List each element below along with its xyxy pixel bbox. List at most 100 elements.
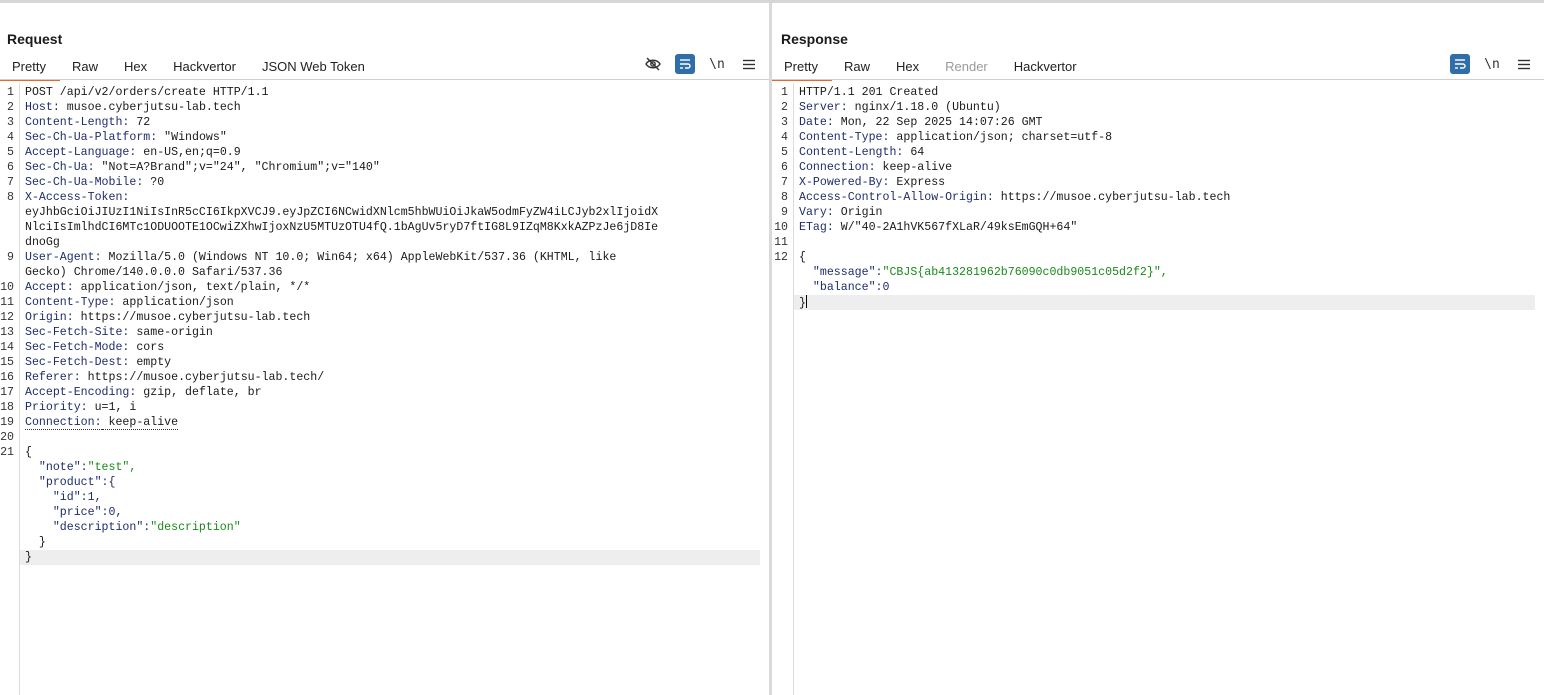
- line-number: 3: [781, 116, 788, 129]
- json-value: {: [799, 251, 806, 264]
- code-line: Accept-Language: en-US,en;q=0.9: [25, 145, 241, 160]
- tab-render[interactable]: Render: [933, 55, 1002, 79]
- code-line: }: [799, 295, 807, 311]
- code-line: Host: musoe.cyberjutsu-lab.tech: [25, 100, 241, 115]
- code-line: "id":1,: [25, 490, 102, 505]
- header-value: eyJhbGciOiJIUzI1NiIsInR5cCI6IkpXVCJ9.eyJ…: [25, 206, 659, 219]
- response-title: Response: [781, 31, 848, 47]
- code-line: X-Powered-By: Express: [799, 175, 945, 190]
- header-value: W/"40-2A1hVK567fXLaR/49ksEmGQH+64": [833, 221, 1078, 234]
- code-line: POST /api/v2/orders/create HTTP/1.1: [25, 85, 269, 100]
- code-line: Sec-Fetch-Site: same-origin: [25, 325, 213, 340]
- code-line: Priority: u=1, i: [25, 400, 136, 415]
- newline-toggle[interactable]: \n: [1482, 54, 1502, 74]
- header-value: 72: [129, 116, 151, 129]
- request-toolbar: \n: [643, 54, 759, 74]
- json-key: "description":: [25, 521, 151, 534]
- line-number: 20: [0, 431, 14, 444]
- header-value: https://musoe.cyberjutsu-lab.tech/: [80, 371, 325, 384]
- header-name: Content-Type:: [25, 296, 116, 309]
- code-line: "product":{: [25, 475, 116, 490]
- line-number: 10: [774, 221, 788, 234]
- json-key: "note":: [25, 461, 88, 474]
- header-name: Content-Length:: [799, 146, 904, 159]
- header-name: Access-Control-Allow-Origin:: [799, 191, 994, 204]
- tab-json-web-token[interactable]: JSON Web Token: [250, 55, 379, 79]
- header-name: Sec-Ch-Ua:: [25, 161, 95, 174]
- code-line: Date: Mon, 22 Sep 2025 14:07:26 GMT: [799, 115, 1043, 130]
- tab-pretty[interactable]: Pretty: [772, 55, 832, 81]
- code-line: ETag: W/"40-2A1hVK567fXLaR/49ksEmGQH+64": [799, 220, 1077, 235]
- tab-hackvertor[interactable]: Hackvertor: [1002, 55, 1091, 79]
- json-value: 1,: [87, 491, 102, 504]
- header-value: gzip, deflate, br: [136, 386, 262, 399]
- json-key: "message":: [799, 266, 883, 279]
- request-pane: Request Pretty Raw Hex Hackvertor JSON W…: [0, 3, 769, 695]
- header-value: application/json: [115, 296, 234, 309]
- menu-icon[interactable]: [739, 54, 759, 74]
- code-line: {: [25, 445, 32, 460]
- header-name: Sec-Fetch-Dest:: [25, 356, 130, 369]
- code-line: "note":"test",: [25, 460, 136, 475]
- json-value: {: [25, 446, 32, 459]
- line-number: 8: [781, 191, 788, 204]
- header-value: "Windows": [157, 131, 227, 144]
- line-number: 7: [7, 176, 14, 189]
- tab-raw[interactable]: Raw: [832, 55, 884, 79]
- response-tabs: Pretty Raw Hex Render Hackvertor: [772, 55, 1091, 81]
- tab-pretty[interactable]: Pretty: [0, 55, 60, 81]
- line-number: 1: [781, 86, 788, 99]
- code-line: Sec-Fetch-Dest: empty: [25, 355, 171, 370]
- line-number: 17: [0, 386, 14, 399]
- code-line: Connection: keep-alive: [25, 415, 179, 430]
- header-value: Express: [889, 176, 946, 189]
- code-line: User-Agent: Mozilla/5.0 (Windows NT 10.0…: [25, 250, 616, 265]
- header-name: Accept:: [25, 281, 74, 294]
- line-number: 4: [781, 131, 788, 144]
- code-line: Content-Length: 72: [25, 115, 150, 130]
- code-line: Connection: keep-alive: [799, 160, 952, 175]
- tab-hex[interactable]: Hex: [112, 55, 161, 79]
- line-number: 10: [0, 281, 14, 294]
- newline-toggle[interactable]: \n: [707, 54, 727, 74]
- text-caret: [805, 295, 807, 308]
- request-title: Request: [7, 31, 63, 47]
- line-number: 14: [0, 341, 14, 354]
- header-name: Date:: [799, 116, 834, 129]
- line-number: 12: [774, 251, 788, 264]
- code-line: "message":"CBJS{ab413281962b76090c0db905…: [799, 265, 1168, 280]
- header-name: Origin:: [25, 311, 74, 324]
- header-value: application/json, text/plain, */*: [73, 281, 311, 294]
- code-line: }: [25, 535, 46, 550]
- header-name: X-Powered-By:: [799, 176, 890, 189]
- code-line: Sec-Fetch-Mode: cors: [25, 340, 164, 355]
- line-number: 8: [7, 191, 14, 204]
- line-number: 13: [0, 326, 14, 339]
- code-line: Origin: https://musoe.cyberjutsu-lab.tec…: [25, 310, 310, 325]
- header-name: Connection:: [799, 161, 876, 174]
- json-key: "price":: [25, 506, 109, 519]
- code-line: Gecko) Chrome/140.0.0.0 Safari/537.36: [25, 265, 282, 280]
- tab-hackvertor[interactable]: Hackvertor: [161, 55, 250, 79]
- header-name: X-Access-Token:: [25, 191, 130, 204]
- code-line: Vary: Origin: [799, 205, 883, 220]
- code-line: Access-Control-Allow-Origin: https://mus…: [799, 190, 1230, 205]
- menu-icon[interactable]: [1514, 54, 1534, 74]
- line-number: 16: [0, 371, 14, 384]
- current-line-highlight: [20, 550, 760, 565]
- header-name: Content-Length:: [25, 116, 130, 129]
- tab-raw[interactable]: Raw: [60, 55, 112, 79]
- eye-slash-icon[interactable]: [643, 54, 663, 74]
- header-value: 64: [903, 146, 925, 159]
- word-wrap-icon[interactable]: [1450, 54, 1470, 74]
- header-value: u=1, i: [87, 401, 137, 414]
- request-editor[interactable]: 1 POST /api/v2/orders/create HTTP/1.1 2 Hos…: [0, 83, 769, 695]
- header-name: Server:: [799, 101, 848, 114]
- code-line: Sec-Ch-Ua: "Not=A?Brand";v="24", "Chromi…: [25, 160, 380, 175]
- response-editor[interactable]: 1 HTTP/1.1 201 Created 2 Server: nginx/1.18…: [772, 83, 1544, 695]
- code-line: eyJhbGciOiJIUzI1NiIsInR5cCI6IkpXVCJ9.eyJ…: [25, 205, 658, 220]
- tab-hex[interactable]: Hex: [884, 55, 933, 79]
- header-value: keep-alive: [875, 161, 953, 174]
- line-number: 15: [0, 356, 14, 369]
- word-wrap-icon[interactable]: [675, 54, 695, 74]
